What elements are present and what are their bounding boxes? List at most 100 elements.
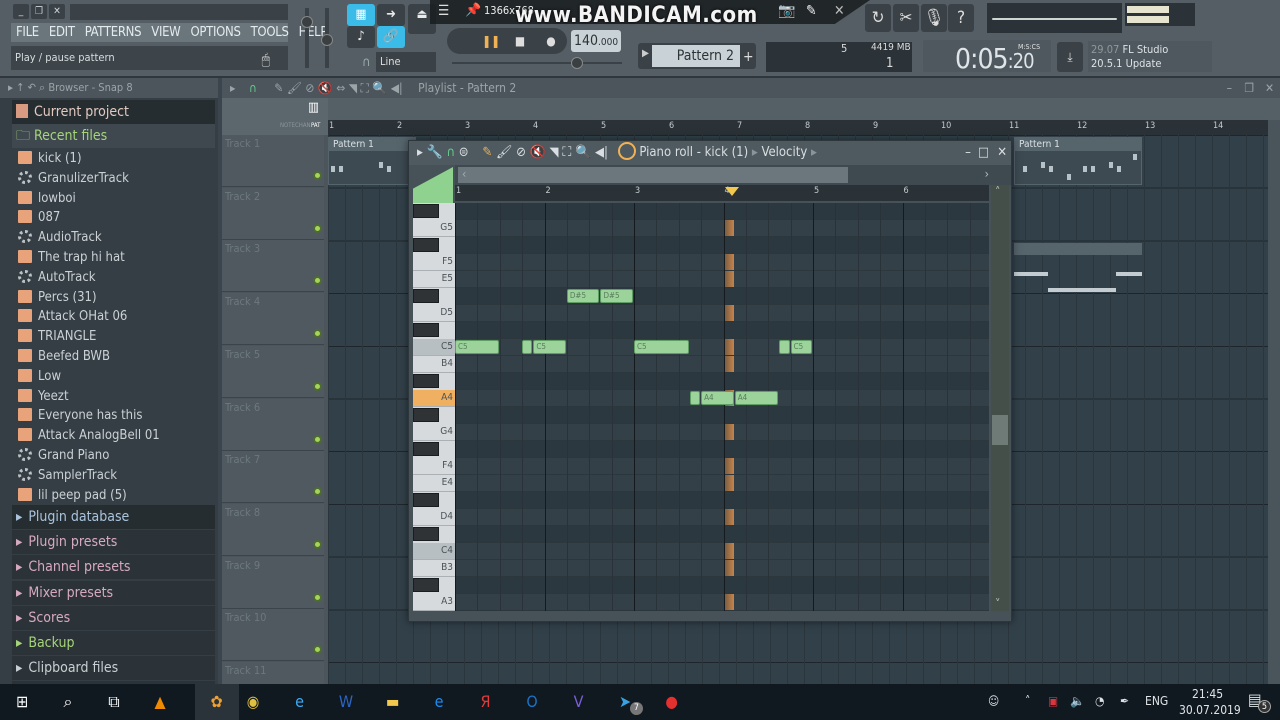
magnet-icon[interactable]: ∩ [447,145,456,160]
track-mute-led[interactable] [313,487,322,497]
pencil-icon[interactable]: ✎ [806,3,817,19]
search-icon[interactable]: ⌕ [56,690,80,714]
browser-item[interactable]: kick (1) [14,149,214,169]
scroll-up-icon[interactable]: ˄ [995,185,1000,199]
browser-recent-files[interactable]: 🗀 Recent files [12,124,215,148]
pencil-tool-icon[interactable]: ✎ [274,81,283,95]
white-key[interactable]: F4 [413,458,455,475]
menu-view[interactable]: VIEW [146,23,185,42]
scroll-left-icon[interactable]: ‹ [462,167,466,181]
track-header[interactable]: Track 1 [222,135,324,187]
black-key[interactable] [413,442,439,456]
pattern-name[interactable]: Pattern 2 [652,45,740,67]
track-header[interactable]: Track 2 [222,187,324,240]
paint-tool-icon[interactable]: 🖌 [496,145,513,160]
menu-options[interactable]: OPTIONS [185,23,245,42]
people-icon[interactable]: ☺ [988,694,999,708]
menu-tools[interactable]: TOOLS [246,23,294,42]
black-key[interactable] [413,323,439,337]
white-key[interactable]: G5 [413,220,455,237]
song-position-knob[interactable] [571,57,583,69]
scroll-right-icon[interactable]: › [985,167,989,181]
master-pitch-slider[interactable] [321,8,333,68]
track-header[interactable]: Track 6 [222,398,324,451]
scroll-thumb[interactable]: ‹ [458,167,848,183]
zoom-tool-icon[interactable]: 🔍 [372,81,387,95]
track-mute-led[interactable] [313,645,322,655]
internet-explorer-icon[interactable]: e [288,690,312,714]
browser-item[interactable]: Grand Piano [14,446,214,466]
browser-item[interactable]: Yeezt [14,387,214,407]
white-key[interactable]: B3 [413,560,455,577]
browser-item[interactable]: Beefed BWB [14,347,214,367]
browser-item[interactable]: Everyone has this [14,406,214,426]
slice-tool-icon[interactable]: ◥ [349,81,357,95]
note[interactable] [689,391,701,405]
track-mute-led[interactable] [313,171,322,180]
pattern-mode-icon[interactable]: ▥ [308,100,319,115]
pattern-clip[interactable]: Pattern 1 [328,137,416,185]
track-mute-led[interactable] [313,223,322,233]
chrome-icon[interactable]: ◉ [241,690,265,714]
browser-current-project[interactable]: Current project [12,100,215,124]
record-button[interactable]: ● [537,28,565,54]
browser-expand-icon[interactable]: ▸ [8,81,13,94]
mode-pat[interactable]: PAT [311,122,320,129]
edge-icon[interactable]: e [427,690,451,714]
close-icon[interactable]: ✕ [49,4,65,19]
black-key[interactable] [413,374,439,388]
select-tool-icon[interactable]: ⛶ [360,81,368,95]
white-key[interactable]: D5 [413,305,455,322]
playlist-timeline[interactable]: 1 2 3 4 5 6 7 8 9 10 11 12 13 14 [328,120,1268,135]
note[interactable] [522,340,533,354]
browser-section[interactable]: ▸ Plugin database [12,505,215,529]
arrow-button[interactable]: ➜ [377,4,405,26]
note[interactable]: D#5 [566,289,600,303]
menu-file[interactable]: FILE [11,23,44,42]
magnet-icon[interactable]: ∩ [249,81,257,95]
minimize-icon[interactable]: – [965,141,971,165]
master-volume-slider[interactable] [301,8,313,68]
browser-item[interactable]: lowboi [14,189,214,209]
wifi-icon[interactable]: ◔ [1095,694,1104,708]
piano-roll-vertical-scrollbar[interactable]: ˄ ˅ [991,185,1009,611]
browser-item[interactable]: Low [14,367,214,387]
white-key[interactable]: C4 [413,543,455,560]
wrench-icon[interactable]: 🔧 [427,145,443,160]
volume-icon[interactable]: 🔈 [1070,694,1085,708]
slip-tool-icon[interactable]: ⇔ [336,81,345,95]
black-key[interactable] [413,289,439,303]
pencil-tool-icon[interactable]: ✎ [482,145,492,160]
search-icon[interactable]: ⌕ [39,81,45,94]
playlist-vertical-scrollbar[interactable] [1268,120,1280,684]
event-target[interactable]: Velocity [761,145,807,160]
note[interactable]: A4 [701,391,734,405]
pattern-clip[interactable]: Pattern 1 [1014,137,1142,185]
track-mute-led[interactable] [313,381,322,391]
word-icon[interactable]: W [334,690,358,714]
white-key[interactable]: B4 [413,356,455,373]
up-arrow-icon[interactable]: ↑ [16,81,24,94]
note[interactable]: C5 [533,340,566,354]
task-view-icon[interactable]: ⧉ [102,690,126,714]
playhead-marker[interactable] [724,187,739,196]
white-key[interactable]: E4 [413,475,455,492]
mode-chan[interactable]: CHAN [295,122,311,129]
black-key[interactable] [413,578,439,592]
close-icon[interactable]: ✕ [1265,78,1274,98]
restore-icon[interactable]: ❐ [31,4,47,19]
outlook-icon[interactable]: O [520,690,544,714]
track-mute-led[interactable] [313,592,322,602]
note[interactable]: C5 [790,340,812,354]
scroll-thumb[interactable] [992,415,1008,445]
browser-item[interactable]: Attack OHat 06 [14,307,214,327]
track-mute-led[interactable] [313,329,322,339]
viber-icon[interactable]: V [567,690,591,714]
browser-item[interactable]: SamplerTrack [14,466,214,486]
mode-note[interactable]: NOTE [280,122,295,129]
black-key[interactable] [413,527,439,541]
piano-keyboard[interactable]: G5 F5 E5 D5 C5 B4 A4 G4 F4 E4 D4 C4 B3 A3 [413,203,455,611]
fl-studio-icon[interactable]: ✿ [194,684,239,720]
pen-icon[interactable]: ✒ [1120,694,1129,708]
file-explorer-icon[interactable]: ▬ [381,690,405,714]
